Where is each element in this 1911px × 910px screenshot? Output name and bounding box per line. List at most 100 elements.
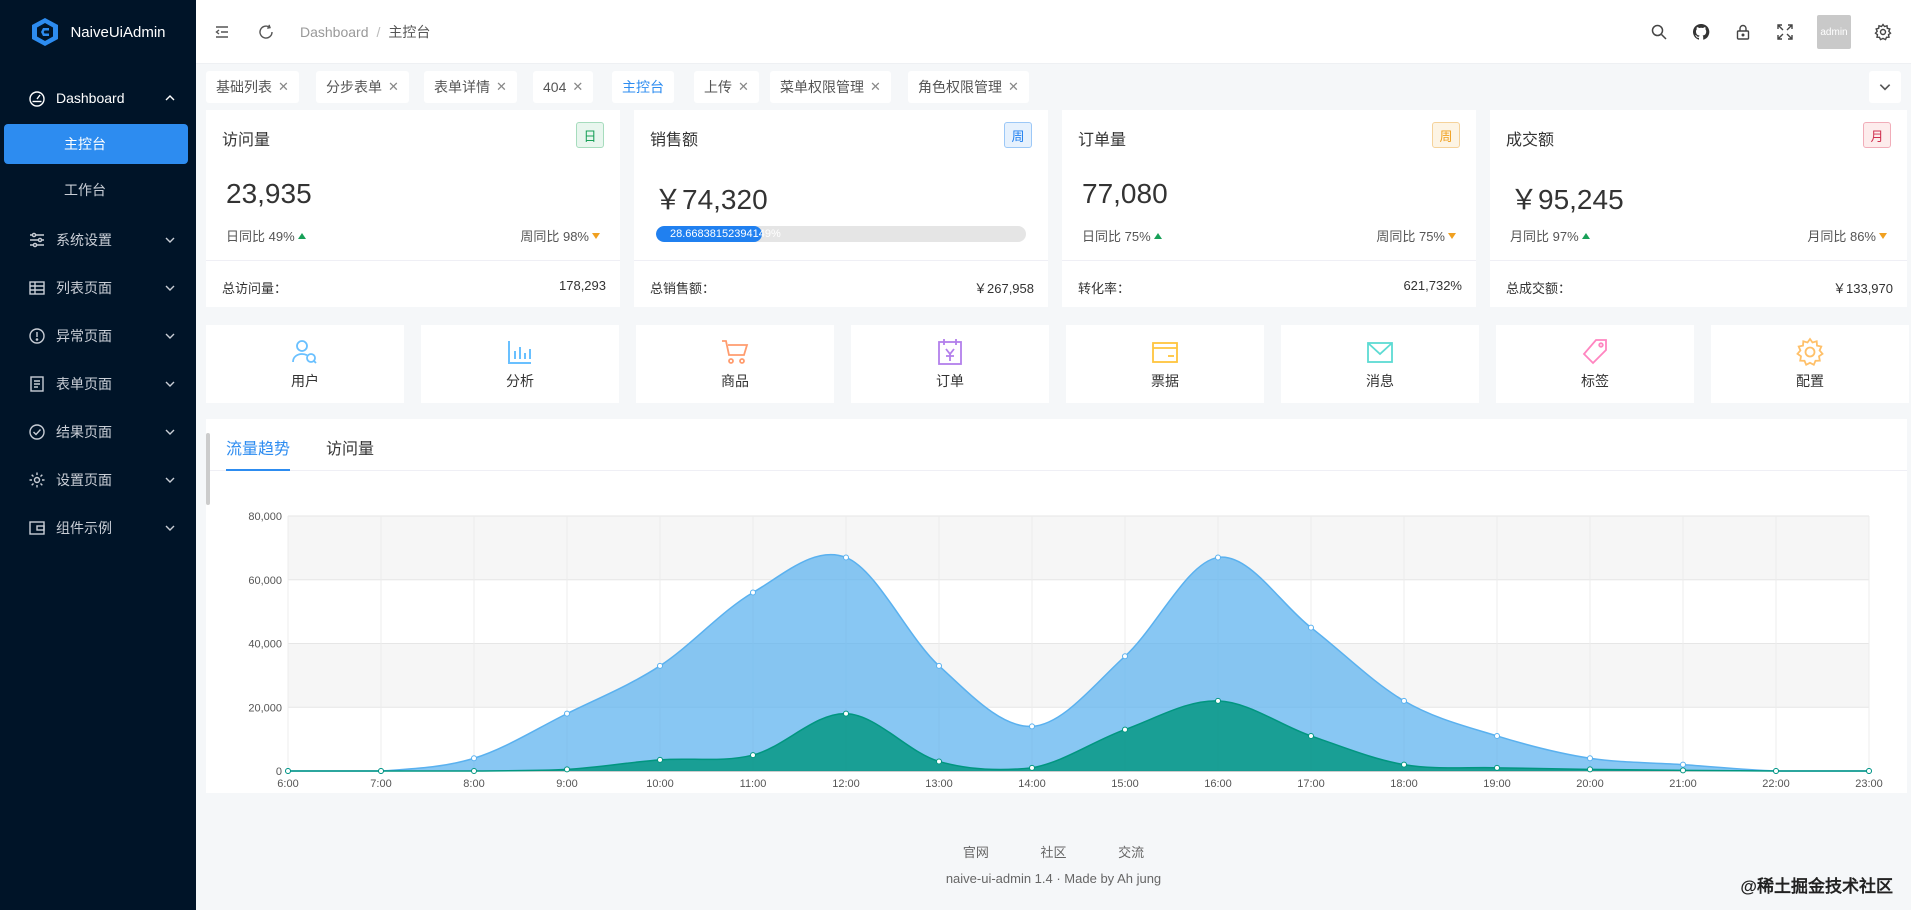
chevron-down-icon xyxy=(165,381,175,387)
tab-visits[interactable]: 访问量 xyxy=(326,435,374,459)
trend-down-icon xyxy=(1879,232,1887,239)
x-tick-label: 11:00 xyxy=(740,778,767,790)
footer-link-chat[interactable]: 交流 xyxy=(1118,845,1144,860)
quick-nav-analysis[interactable]: 分析 xyxy=(421,325,619,403)
sidebar-item-result[interactable]: 结果页面 xyxy=(0,408,196,456)
data-point xyxy=(564,766,570,773)
quick-nav-tags[interactable]: 标签 xyxy=(1496,325,1694,403)
data-point xyxy=(1215,697,1221,704)
x-tick-label: 18:00 xyxy=(1390,778,1418,790)
tab-label: 主控台 xyxy=(622,79,664,95)
stat-title: 订单量 xyxy=(1078,132,1127,149)
sidebar-item-list[interactable]: 列表页面 xyxy=(0,264,196,312)
trend-down-icon xyxy=(592,232,600,239)
footer-link-website[interactable]: 官网 xyxy=(963,845,989,860)
close-icon[interactable]: ✕ xyxy=(1008,79,1019,95)
sidebar-item-exception[interactable]: 异常页面 xyxy=(0,312,196,360)
x-tick-label: 15:00 xyxy=(1111,778,1139,790)
data-point xyxy=(936,758,942,765)
cart-icon xyxy=(722,340,749,364)
chevron-down-icon xyxy=(165,477,175,483)
footer-link-community[interactable]: 社区 xyxy=(1040,845,1066,860)
quick-nav-orders[interactable]: 订单 xyxy=(851,325,1049,403)
sidebar-item-setting[interactable]: 设置页面 xyxy=(0,456,196,504)
tabs-more-button[interactable] xyxy=(1869,71,1901,103)
github-icon[interactable] xyxy=(1691,22,1711,42)
footer-copyright: naive-ui-admin 1.4 · Made by Ah jung xyxy=(945,871,1162,886)
tab-form-detail[interactable]: 表单详情 ✕ xyxy=(424,71,517,103)
tab-basic-list[interactable]: 基础列表 ✕ xyxy=(206,71,299,103)
watermark: @稀土掘金技术社区 xyxy=(1740,877,1893,896)
sidebar-item-components[interactable]: 组件示例 xyxy=(0,504,196,552)
data-point xyxy=(1401,761,1407,768)
stat-foot-label: 总销售额： xyxy=(650,281,716,296)
breadcrumb-item[interactable]: Dashboard xyxy=(300,24,369,40)
sidebar-item-label: 列表页面 xyxy=(56,280,112,296)
avatar[interactable]: admin xyxy=(1817,15,1851,49)
divider xyxy=(1062,260,1476,261)
divider xyxy=(206,260,620,261)
lock-icon[interactable] xyxy=(1733,22,1753,42)
sidebar-subitem-workbench[interactable]: 工作台 xyxy=(4,170,188,210)
tab-upload[interactable]: 上传 ✕ xyxy=(694,71,759,103)
quick-nav-goods[interactable]: 商品 xyxy=(636,325,834,403)
logo-icon xyxy=(32,18,59,46)
close-icon[interactable]: ✕ xyxy=(496,79,507,95)
stat-value: ￥74,320 xyxy=(654,184,768,215)
tab-traffic-trend[interactable]: 流量趋势 xyxy=(226,435,290,459)
tab-role-permission[interactable]: 角色权限管理 ✕ xyxy=(908,71,1029,103)
close-icon[interactable]: ✕ xyxy=(572,79,583,95)
search-icon[interactable] xyxy=(1649,22,1669,42)
data-point xyxy=(1308,624,1314,631)
footer-links: 官网 社区 交流 xyxy=(196,842,1911,861)
quick-nav-bills[interactable]: 票据 xyxy=(1066,325,1264,403)
app-name: NaiveUiAdmin xyxy=(70,23,166,41)
data-point xyxy=(471,768,477,774)
stat-foot-value: ￥267,958 xyxy=(974,281,1034,296)
chevron-up-icon xyxy=(165,95,175,101)
sidebar-item-dashboard[interactable]: Dashboard xyxy=(0,74,196,122)
data-point xyxy=(1029,723,1035,730)
x-tick-label: 22:00 xyxy=(1762,778,1790,790)
traffic-area-chart: 0 20,000 40,000 60,000 80,000 6:00 7:00 8:00 9:0… xyxy=(248,511,1882,790)
close-icon[interactable]: ✕ xyxy=(388,79,399,95)
grid-band xyxy=(288,516,1869,580)
quick-nav-config[interactable]: 配置 xyxy=(1711,325,1909,403)
x-tick-label: 19:00 xyxy=(1483,778,1511,790)
fullscreen-icon[interactable] xyxy=(1775,22,1795,42)
settings-icon[interactable] xyxy=(1873,22,1893,42)
quick-nav-user[interactable]: 用户 xyxy=(206,325,404,403)
sidebar-item-label: 设置页面 xyxy=(56,472,112,488)
sidebar-item-form[interactable]: 表单页面 xyxy=(0,360,196,408)
stat-compare-left: 日同比 75% xyxy=(1082,226,1162,245)
menu-fold-icon[interactable] xyxy=(212,22,232,42)
chevron-down-icon xyxy=(165,525,175,531)
tab-label: 上传 xyxy=(704,79,732,95)
tab-label: 分步表单 xyxy=(326,79,382,95)
tab-404[interactable]: 404 ✕ xyxy=(533,71,594,103)
app-logo[interactable]: NaiveUiAdmin xyxy=(0,0,196,64)
sales-progress-bar: 28.66838152394149% xyxy=(656,226,1026,242)
close-icon[interactable]: ✕ xyxy=(870,79,881,95)
compare-text: 月同比 97% xyxy=(1510,229,1579,244)
quick-nav-label: 订单 xyxy=(936,373,964,389)
period-badge: 日 xyxy=(576,122,604,148)
tab-step-form[interactable]: 分步表单 ✕ xyxy=(316,71,409,103)
sidebar-subitem-console[interactable]: 主控台 xyxy=(4,124,188,164)
data-point xyxy=(1494,732,1500,739)
quick-nav-messages[interactable]: 消息 xyxy=(1281,325,1479,403)
close-icon[interactable]: ✕ xyxy=(738,79,749,95)
data-point xyxy=(1494,764,1500,771)
sidebar-item-system[interactable]: 系统设置 xyxy=(0,216,196,264)
data-point xyxy=(1587,755,1593,762)
chevron-down-icon xyxy=(165,237,175,243)
tab-menu-permission[interactable]: 菜单权限管理 ✕ xyxy=(770,71,891,103)
refresh-icon[interactable] xyxy=(256,22,276,42)
tab-console[interactable]: 主控台 xyxy=(612,71,674,103)
close-icon[interactable]: ✕ xyxy=(278,79,289,95)
stat-compare-right: 周同比 75% xyxy=(1376,226,1456,245)
x-tick-label: 21:00 xyxy=(1669,778,1697,790)
data-point xyxy=(1866,768,1872,774)
x-tick-label: 13:00 xyxy=(925,778,953,790)
quick-nav-label: 标签 xyxy=(1581,373,1609,389)
